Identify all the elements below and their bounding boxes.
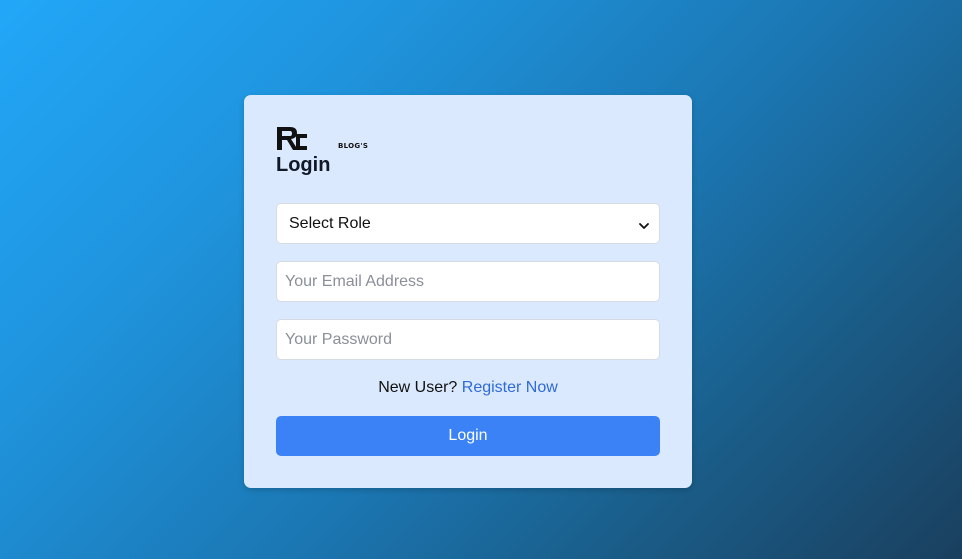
page-title: Login — [276, 154, 331, 176]
password-placeholder: Your Password — [285, 330, 393, 348]
email-placeholder: Your Email Address — [285, 272, 425, 290]
rc-logo-icon: BLOG'S — [276, 126, 368, 152]
register-prompt: New User? — [378, 379, 462, 396]
rc-logo-mark — [277, 127, 307, 150]
email-field[interactable]: Your Email Address — [276, 261, 660, 302]
register-row: New User? Register Now — [276, 379, 660, 397]
chevron-down-icon — [639, 217, 649, 235]
password-field[interactable]: Your Password — [276, 319, 660, 360]
login-card: BLOG'S Login Select Role Your Email Addr… — [244, 95, 692, 488]
login-button[interactable]: Login — [276, 416, 660, 456]
role-select[interactable]: Select Role — [276, 203, 660, 244]
role-select-value: Select Role — [289, 214, 371, 232]
register-link[interactable]: Register Now — [462, 379, 558, 396]
logo-subtitle: BLOG'S — [338, 142, 369, 150]
